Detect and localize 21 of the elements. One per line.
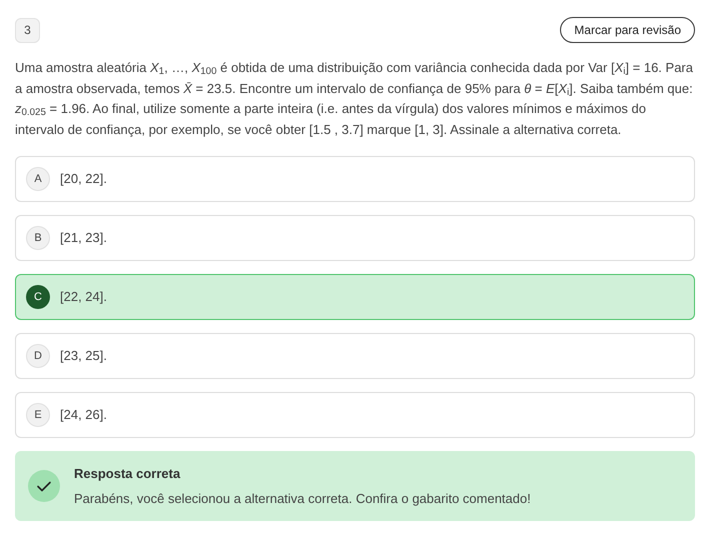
- option-letter: E: [26, 403, 50, 427]
- answer-option[interactable]: D [23, 25].: [15, 333, 695, 379]
- answer-option[interactable]: C [22, 24].: [15, 274, 695, 320]
- answer-option[interactable]: B [21, 23].: [15, 215, 695, 261]
- question-text: Uma amostra aleatória X$_{1}$, …, X$_{100}$ é obtida de uma distribuição com variância conhecida dada por Var [X$_{i}$] = 16. Para a amostra observada, temos X̄ = 23.5. Encontre um intervalo de confiança de 95% para θ = E[X$_{i}$]. Saiba também que: z$_{0.025}$ = 1.96. Ao final, utilize somente a parte inteira (i.e. antes da vírgula) dos valores mínimos e máximos do intervalo de confiança, por exemplo, se você obter [1.5 , 3.7] marque [1, 3]. Assinale a alternativa correta.: [15, 59, 694, 139]
- question-number: 3: [15, 18, 40, 42]
- option-text: [22, 24].: [60, 288, 107, 306]
- feedback-title: Resposta correta: [74, 464, 182, 483]
- option-letter: A: [26, 167, 50, 191]
- answer-option[interactable]: A [20, 22].: [15, 156, 695, 202]
- option-text: [21, 23].: [60, 229, 107, 248]
- check-icon: [28, 470, 60, 502]
- option-text: [20, 22].: [60, 170, 107, 188]
- feedback-message: Parabéns, você selecionou a alternativa correta. Confira o gabarito comentado!: [74, 490, 531, 508]
- answer-option[interactable]: E [24, 26].: [15, 392, 695, 438]
- option-letter: B: [26, 226, 50, 250]
- option-text: [24, 26].: [60, 406, 107, 424]
- option-letter: C: [26, 285, 50, 309]
- review-button[interactable]: Marcar para revisão: [560, 17, 695, 43]
- option-letter: D: [26, 344, 50, 368]
- option-text: [23, 25].: [60, 347, 107, 366]
